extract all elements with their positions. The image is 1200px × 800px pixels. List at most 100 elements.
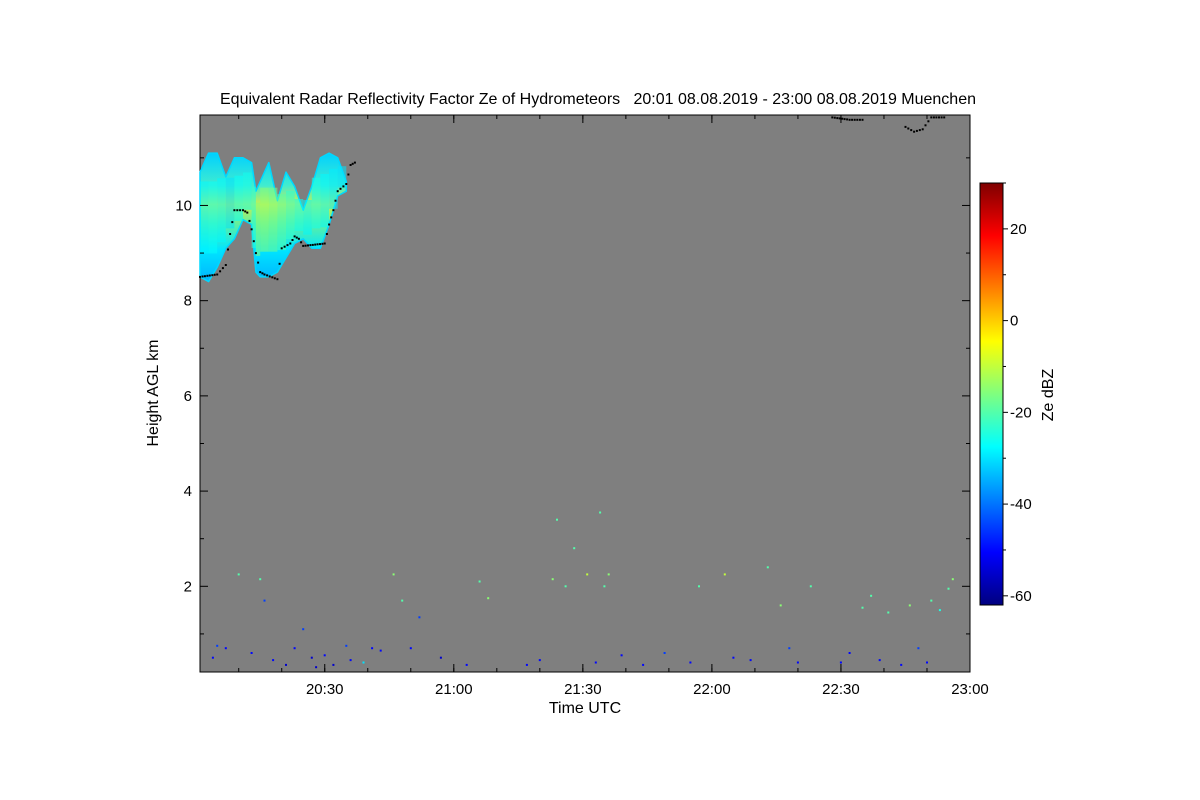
cloud-base-point: [846, 118, 849, 121]
cloud-base-point: [278, 262, 281, 265]
clutter-point: [900, 663, 903, 666]
cloud-base-point: [273, 277, 276, 280]
colorbar: [979, 182, 1004, 606]
cloud-base-point: [257, 261, 260, 264]
clutter-point: [211, 656, 214, 659]
cloud-base-point: [283, 245, 286, 248]
x-tick-label: 22:00: [693, 681, 731, 698]
cloud-base-point: [935, 116, 938, 119]
clutter-point: [302, 628, 305, 631]
clutter-point: [723, 573, 726, 576]
cloud-base-point: [345, 183, 348, 185]
cloud-base-point: [297, 237, 300, 240]
clutter-point: [947, 587, 950, 590]
clutter-point: [285, 663, 287, 666]
clutter-point: [272, 659, 275, 662]
cloud-base-point: [248, 219, 251, 222]
cloud-base-point: [930, 116, 933, 119]
cloud-base-point: [216, 273, 219, 276]
clutter-point: [642, 663, 645, 666]
clutter-point: [917, 647, 920, 650]
cloud-base-point: [907, 127, 910, 130]
cloud-base-point: [347, 173, 350, 176]
cloud-base-point: [229, 233, 232, 235]
colorbar-ticks: -60 -40 -20 0 20: [1003, 182, 1032, 605]
cloud-base-point: [213, 273, 216, 276]
clutter-point: [551, 578, 554, 581]
cloud-base-point: [838, 117, 841, 120]
echo-column: [243, 172, 252, 210]
clutter-point: [250, 652, 253, 654]
cloud-base-point: [286, 244, 289, 247]
cloud-base-point: [330, 216, 333, 219]
cloud-base-point: [252, 240, 255, 243]
clutter-point: [332, 663, 335, 666]
clutter-point: [345, 644, 348, 647]
cloud-base-point: [246, 211, 249, 214]
clutter-point: [371, 647, 374, 650]
clutter-point: [478, 580, 481, 583]
clutter-point: [732, 656, 735, 659]
cloud-base-point: [319, 243, 321, 246]
colorbar-tick-label: 20: [1010, 221, 1027, 238]
cloud-base-point: [342, 185, 345, 188]
cloud-base-point: [336, 190, 339, 193]
cloud-base-point: [861, 118, 864, 121]
clutter-point: [788, 647, 791, 650]
cloud-base-point: [848, 118, 851, 121]
clutter-point: [418, 616, 421, 619]
cloud-base-point: [280, 247, 283, 250]
cloud-base-point: [295, 236, 298, 239]
clutter-point: [586, 573, 589, 576]
clutter-point: [224, 647, 227, 650]
cloud-base-point: [332, 209, 335, 212]
echo-column: [329, 168, 338, 209]
clutter-point: [409, 647, 412, 650]
cloud-base-point: [276, 278, 279, 281]
x-axis-label: Time UTC: [549, 700, 621, 717]
cloud-base-point: [261, 272, 264, 275]
x-tick-label: 21:30: [564, 681, 602, 698]
cloud-base-point: [233, 209, 236, 212]
cloud-base-point: [339, 187, 342, 190]
cloud-base-point: [940, 116, 943, 119]
cloud-base-point: [206, 274, 209, 277]
cloud-base-point: [211, 274, 214, 277]
clutter-point: [779, 604, 782, 607]
cloud-base-point: [201, 275, 204, 278]
radar-chart: Equivalent Radar Reflectivity Factor Ze …: [145, 91, 1057, 717]
cloud-base-point: [293, 235, 296, 238]
clutter-point: [607, 573, 610, 576]
echo-column: [337, 166, 347, 188]
cloud-base-point: [927, 120, 930, 123]
clutter-point: [620, 654, 623, 657]
cloud-base-point: [254, 252, 257, 255]
echo-column: [225, 177, 235, 229]
y-axis-label: Height AGL km: [145, 339, 162, 446]
echo-column: [255, 202, 261, 256]
cloud-base-point: [291, 239, 294, 241]
clutter-point: [237, 573, 240, 576]
cloud-base-point: [351, 162, 354, 165]
clutter-point: [573, 547, 576, 550]
clutter-point: [926, 661, 928, 664]
cloud-base-point: [943, 116, 946, 119]
x-tick-label: 20:30: [306, 681, 344, 698]
cloud-base-point: [325, 233, 328, 235]
echo-column: [268, 187, 278, 252]
cloud-base-point: [321, 242, 324, 245]
clutter-point: [809, 585, 812, 588]
cloud-base-point: [304, 244, 307, 247]
clutter-point: [878, 659, 881, 662]
clutter-point: [310, 656, 313, 659]
colorbar-tick-label: -40: [1010, 496, 1032, 513]
clutter-point: [323, 654, 326, 657]
clutter-point: [556, 518, 558, 521]
cloud-base-point: [328, 223, 331, 226]
chart-title: Equivalent Radar Reflectivity Factor Ze …: [220, 91, 976, 108]
y-tick-label: 2: [184, 578, 192, 595]
colorbar-tick-label: 0: [1010, 313, 1018, 330]
cloud-base-point: [199, 275, 201, 278]
clutter-point: [689, 661, 692, 664]
cloud-base-point: [323, 242, 326, 245]
